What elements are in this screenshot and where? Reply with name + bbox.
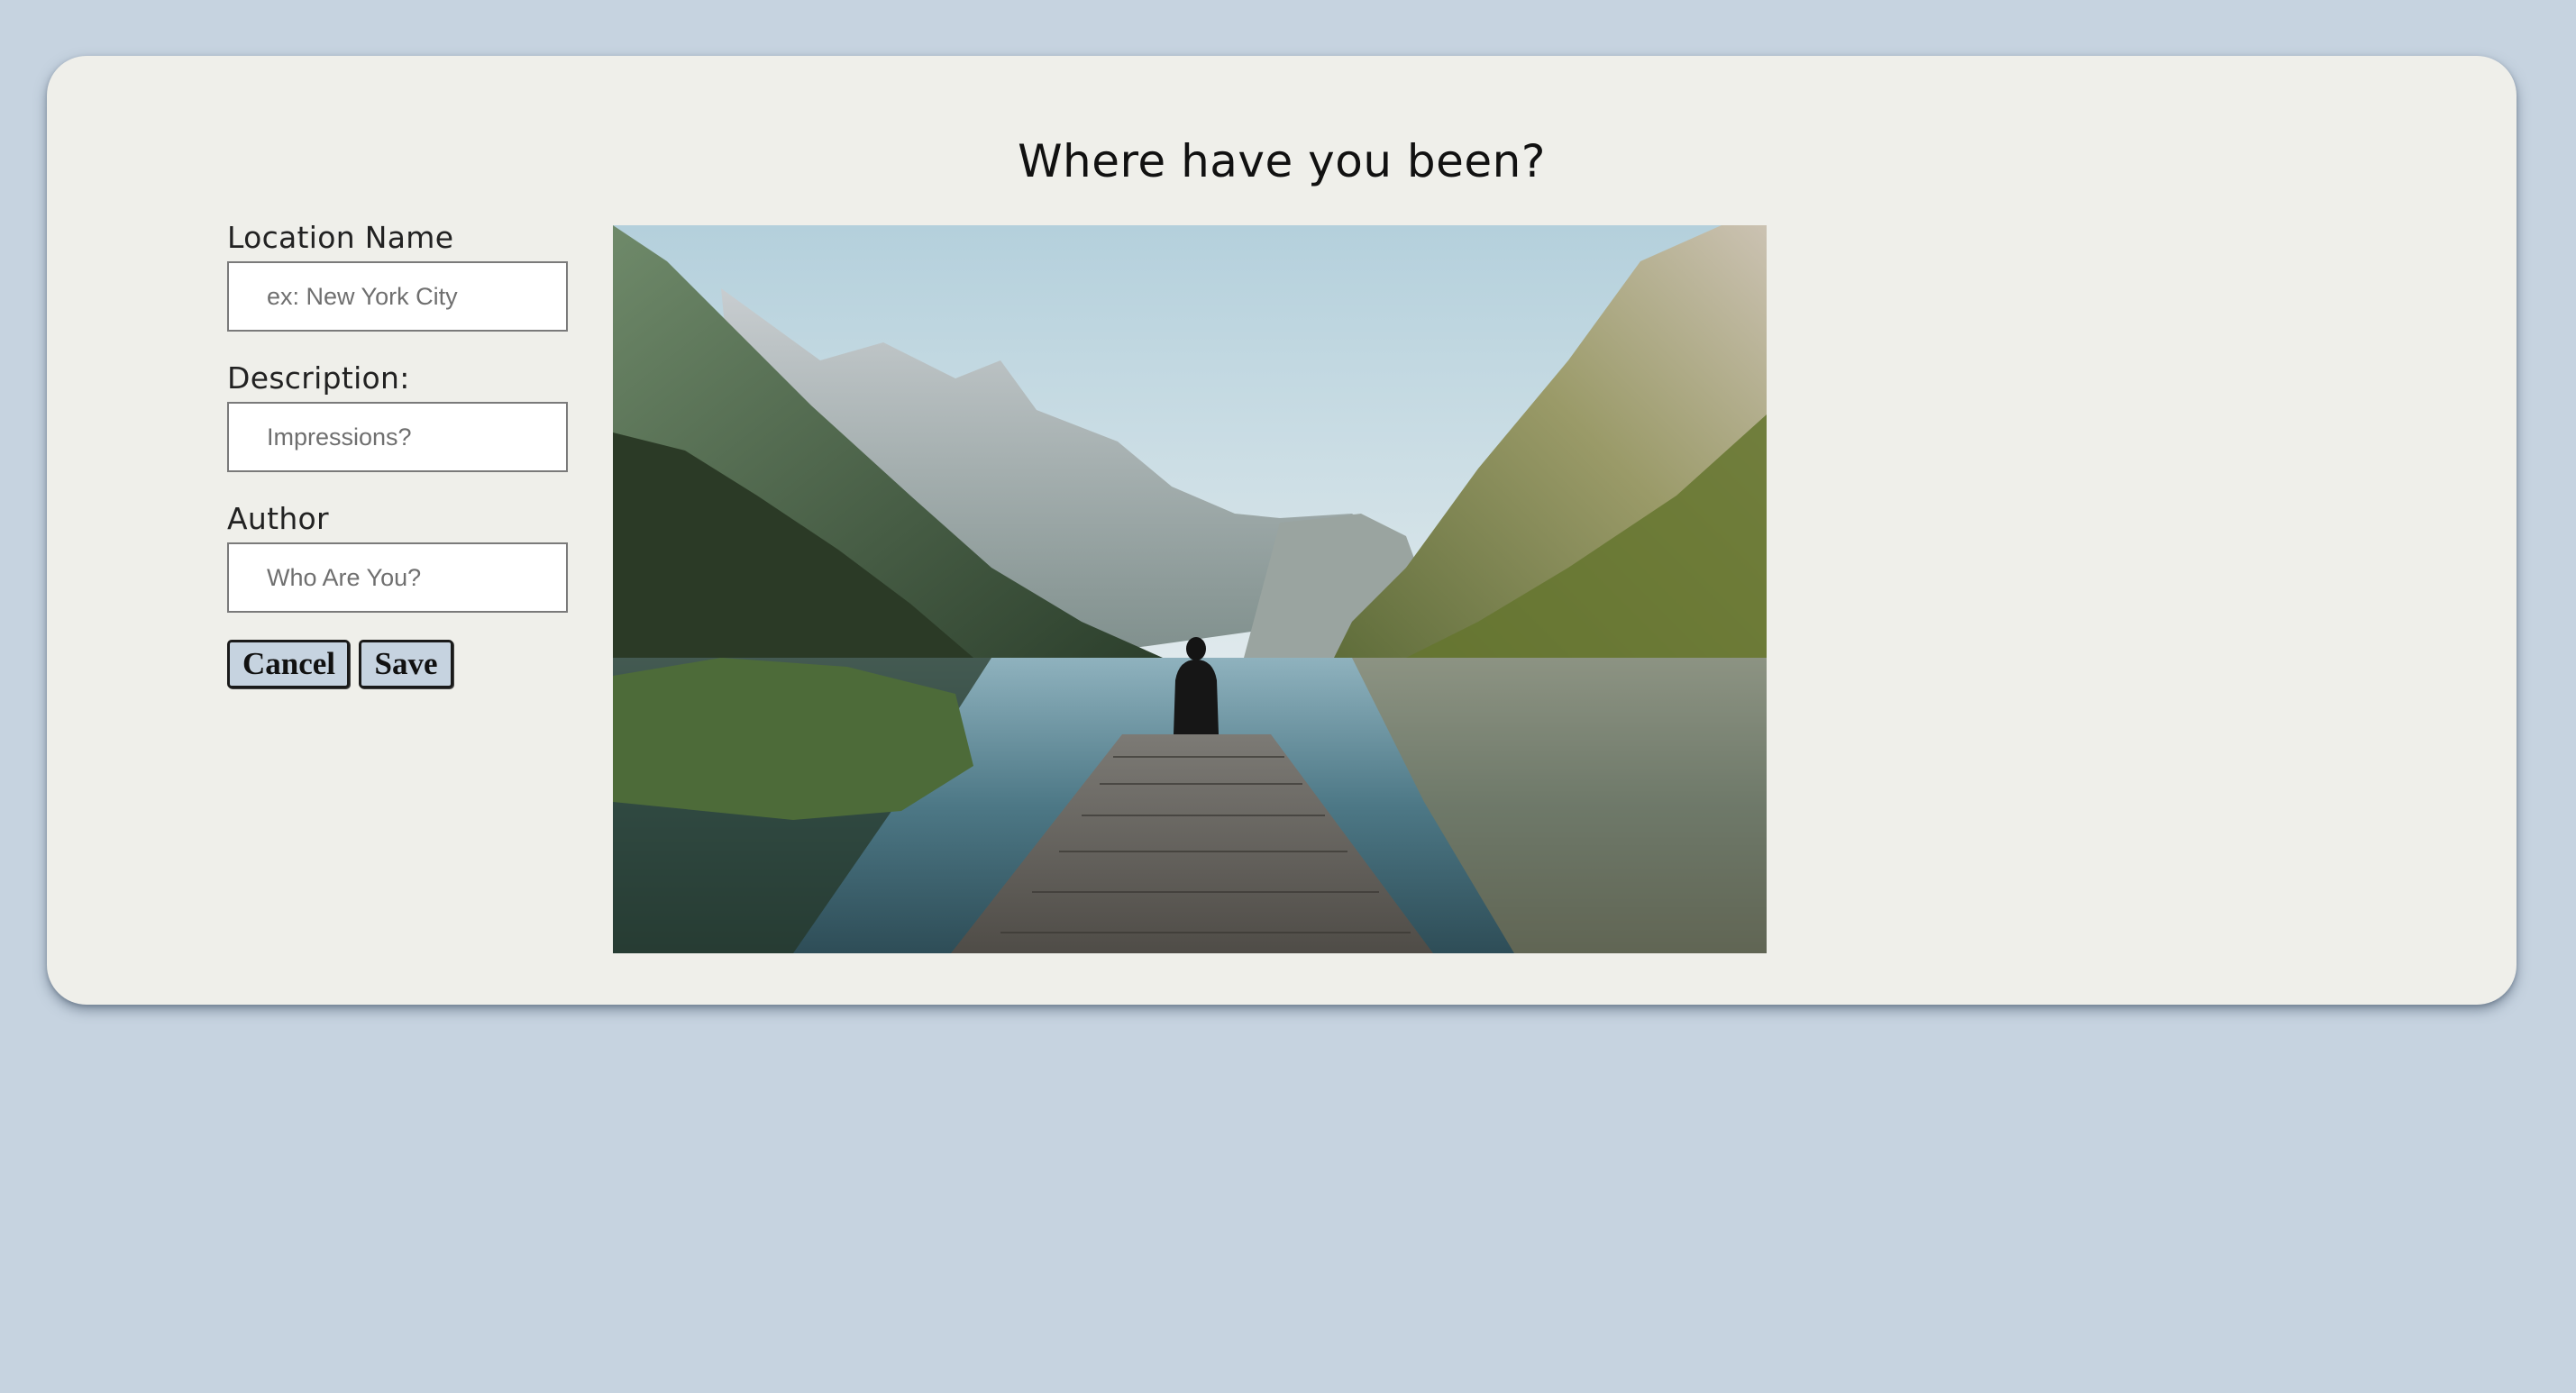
author-input[interactable] <box>227 542 568 613</box>
author-label: Author <box>227 501 329 536</box>
entry-card: Where have you been? Location Name Descr… <box>47 56 2517 1005</box>
entry-form: Location Name Description: Author Cancel… <box>227 218 588 688</box>
location-label: Location Name <box>227 220 454 255</box>
cancel-button[interactable]: Cancel <box>227 640 350 688</box>
description-label: Description: <box>227 360 410 396</box>
save-button[interactable]: Save <box>359 640 453 688</box>
form-buttons: Cancel Save <box>227 640 588 688</box>
location-input[interactable] <box>227 261 568 332</box>
landscape-photo <box>613 225 1767 953</box>
page-title: Where have you been? <box>1018 135 1546 187</box>
description-input[interactable] <box>227 402 568 472</box>
